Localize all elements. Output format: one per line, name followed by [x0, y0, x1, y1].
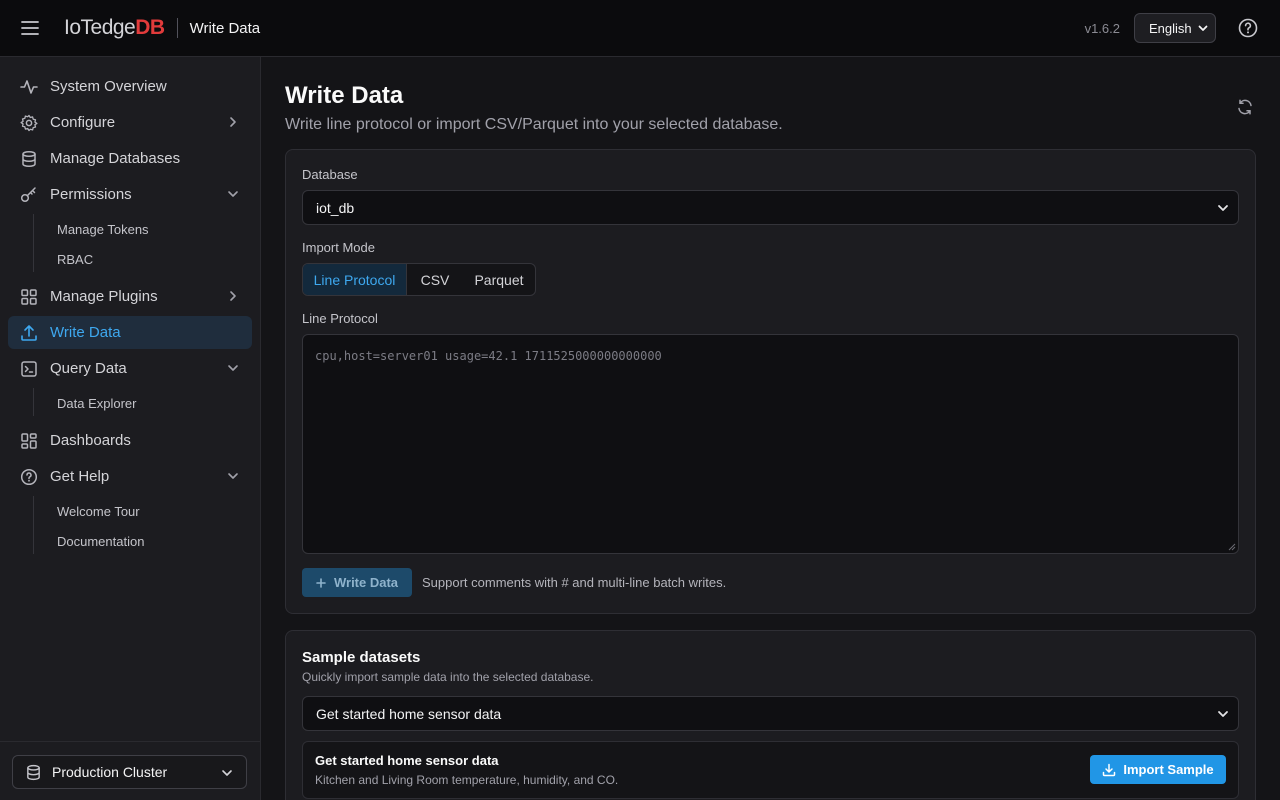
sidebar-item-manage-databases[interactable]: Manage Databases	[8, 142, 252, 175]
app-logo: IoTedge DB	[64, 16, 165, 39]
database-select[interactable]: iot_db	[302, 190, 1239, 225]
sample-datasets-title: Sample datasets	[302, 649, 421, 666]
top-bar: IoTedge DB Write Data v1.6.2 English	[0, 0, 1280, 57]
write-data-button-label: Write Data	[333, 575, 399, 590]
write-hint: Support comments with # and multi-line b…	[422, 575, 727, 590]
sidebar-item-label: Get Help	[50, 468, 110, 485]
sidebar-item-label: System Overview	[50, 78, 167, 95]
sidebar-item-system-overview[interactable]: System Overview	[8, 70, 252, 103]
download-icon	[1103, 763, 1116, 776]
chevron-down-icon	[222, 770, 232, 776]
sidebar-item-query-data[interactable]: Query Data	[8, 352, 252, 385]
cluster-select[interactable]: Production Cluster	[12, 755, 247, 789]
import-mode-label: Import Mode	[302, 240, 375, 255]
import-mode-toggle: Line Protocol CSV Parquet	[302, 263, 536, 296]
sample-dataset-select[interactable]: Get started home sensor data	[302, 696, 1239, 731]
language-select[interactable]: English	[1134, 13, 1216, 43]
plus-icon	[316, 577, 326, 588]
terminal-icon	[21, 360, 37, 377]
sidebar-item-label: Query Data	[50, 360, 127, 377]
menu-icon	[21, 21, 39, 35]
sidebar-item-dashboards[interactable]: Dashboards	[8, 424, 252, 457]
sidebar-item-label: Manage Plugins	[50, 288, 158, 305]
sample-dataset-name: Get started home sensor data	[315, 753, 499, 768]
tab-parquet[interactable]: Parquet	[463, 264, 535, 295]
sample-datasets-card: Sample datasets Quickly import sample da…	[285, 630, 1256, 800]
sidebar-item-label: Dashboards	[50, 432, 131, 449]
sidebar-subitem-documentation[interactable]: Documentation	[57, 534, 144, 549]
line-protocol-label: Line Protocol	[302, 311, 378, 326]
sidebar-subitem-manage-tokens[interactable]: Manage Tokens	[57, 222, 149, 237]
submenu-guide-line	[33, 214, 34, 272]
activity-icon	[20, 79, 38, 94]
resize-handle-icon[interactable]	[1228, 543, 1236, 551]
sidebar-subitem-data-explorer[interactable]: Data Explorer	[57, 396, 136, 411]
sidebar-item-permissions[interactable]: Permissions	[8, 178, 252, 211]
database-icon	[27, 764, 40, 780]
main-content: Write Data Write line protocol or import…	[261, 57, 1280, 800]
tab-csv[interactable]: CSV	[407, 264, 463, 295]
sidebar-item-label: Permissions	[50, 186, 132, 203]
page-title: Write Data	[285, 82, 404, 109]
top-bar-page-title: Write Data	[189, 19, 261, 37]
hamburger-menu-button[interactable]	[0, 0, 60, 56]
sample-dataset-item: Get started home sensor data Kitchen and…	[302, 741, 1239, 799]
submenu-guide-line	[33, 496, 34, 554]
version-label: v1.6.2	[1084, 20, 1120, 36]
cluster-name: Production Cluster	[52, 764, 168, 780]
line-protocol-placeholder: cpu,host=server01 usage=42.1 17115250000…	[315, 349, 662, 363]
line-protocol-textarea[interactable]: cpu,host=server01 usage=42.1 17115250000…	[302, 334, 1239, 554]
help-circle-icon	[20, 468, 38, 485]
sidebar-item-label: Write Data	[50, 324, 121, 341]
database-label: Database	[302, 167, 358, 182]
sidebar-item-manage-plugins[interactable]: Manage Plugins	[8, 280, 252, 313]
database-value: iot_db	[316, 199, 355, 216]
chevron-right-icon	[230, 291, 236, 301]
chevron-down-icon	[1218, 204, 1228, 211]
key-icon	[20, 186, 36, 202]
sidebar-item-configure[interactable]: Configure	[8, 106, 252, 139]
sample-datasets-subtitle: Quickly import sample data into the sele…	[302, 670, 594, 684]
upload-icon	[21, 324, 37, 341]
tab-line-protocol[interactable]: Line Protocol	[303, 264, 407, 295]
dashboard-icon	[21, 432, 37, 449]
chevron-down-icon	[1218, 710, 1228, 717]
gear-icon	[20, 114, 38, 131]
sidebar-item-label: Configure	[50, 114, 116, 131]
grid-icon	[21, 288, 37, 305]
refresh-icon[interactable]	[1236, 98, 1254, 116]
sample-dataset-description: Kitchen and Living Room temperature, hum…	[315, 773, 619, 787]
page-subtitle: Write line protocol or import CSV/Parque…	[285, 116, 783, 133]
database-icon	[22, 150, 36, 167]
sidebar-footer: Production Cluster	[0, 741, 260, 800]
sidebar-item-label: Manage Databases	[50, 150, 181, 167]
sidebar: System Overview Configure Manage Databas…	[0, 57, 261, 800]
help-button[interactable]	[1226, 6, 1270, 50]
chevron-down-icon	[228, 473, 238, 479]
sidebar-subitem-rbac[interactable]: RBAC	[57, 252, 93, 267]
sidebar-item-get-help[interactable]: Get Help	[8, 460, 252, 493]
sample-dataset-value: Get started home sensor data	[316, 705, 502, 722]
submenu-guide-line	[33, 388, 34, 416]
chevron-right-icon	[230, 117, 236, 127]
chevron-down-icon	[228, 191, 238, 197]
language-value: English	[1149, 20, 1192, 36]
import-sample-button-label: Import Sample	[1123, 762, 1214, 777]
chevron-down-icon	[1198, 25, 1208, 31]
import-sample-button[interactable]: Import Sample	[1090, 755, 1226, 784]
chevron-down-icon	[228, 365, 238, 371]
write-data-card: Database iot_db Import Mode Line Protoco…	[285, 149, 1256, 614]
help-circle-icon	[1238, 18, 1258, 38]
write-data-button[interactable]: Write Data	[302, 568, 412, 597]
sidebar-item-write-data[interactable]: Write Data	[8, 316, 252, 349]
logo-divider	[176, 18, 178, 38]
sidebar-subitem-welcome-tour[interactable]: Welcome Tour	[57, 504, 140, 519]
